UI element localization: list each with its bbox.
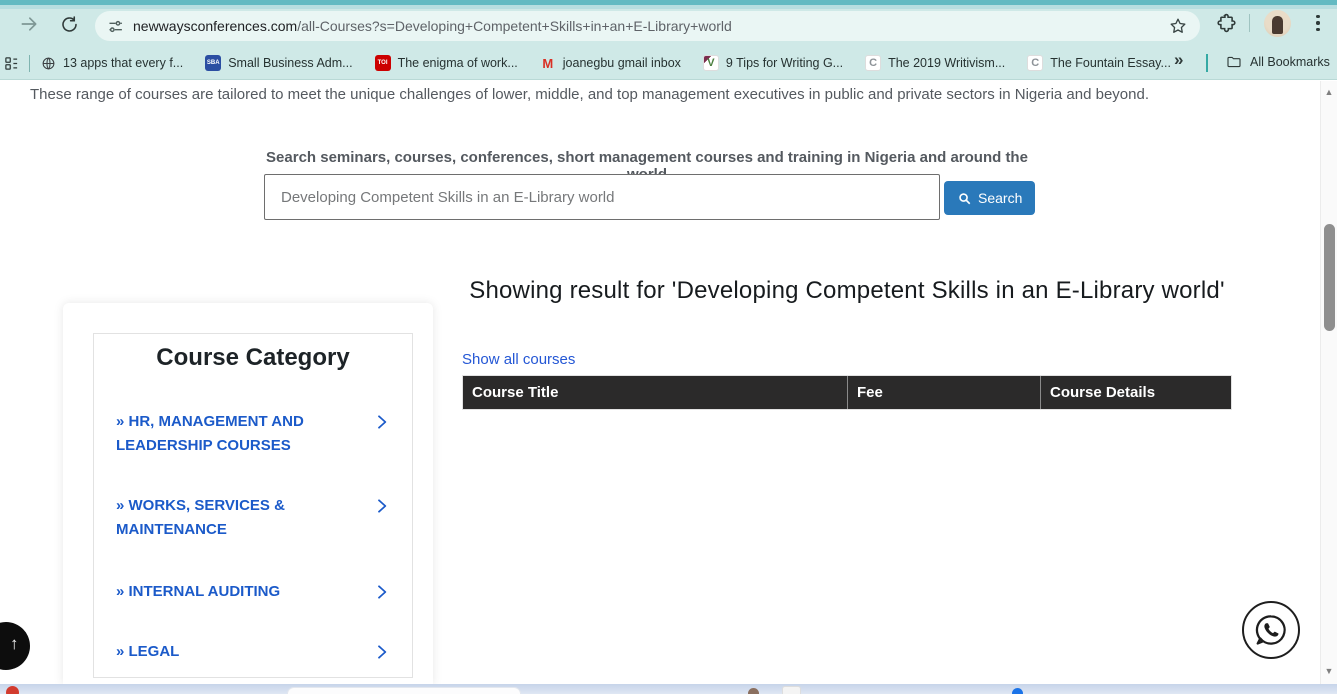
globe-icon: [40, 55, 56, 71]
category-label: HR, MANAGEMENT AND LEADERSHIP COURSES: [116, 413, 304, 454]
bookmarks-right-separator: [1206, 54, 1208, 72]
bookmark-item[interactable]: C The 2019 Writivism...: [865, 55, 1005, 71]
bookmark-label: 13 apps that every f...: [63, 56, 183, 70]
gmail-favicon: M: [540, 55, 556, 71]
results-heading: Showing result for 'Developing Competent…: [467, 271, 1227, 310]
column-header-course-details: Course Details: [1041, 376, 1231, 409]
double-angle-icon: [116, 643, 129, 660]
bookmark-label: The 2019 Writivism...: [888, 56, 1005, 70]
chevron-right-icon: [374, 497, 390, 515]
bookmark-item[interactable]: TOI The enigma of work...: [375, 55, 518, 71]
column-header-course-title: Course Title: [463, 376, 848, 409]
web-page: These range of courses are tailored to m…: [0, 81, 1320, 684]
url-domain: newwaysconferences.com: [133, 18, 297, 34]
c-favicon: C: [1027, 55, 1043, 71]
scrollbar-up-arrow[interactable]: ▲: [1321, 87, 1337, 97]
forward-button[interactable]: [18, 13, 40, 35]
taskbar-app-icon[interactable]: [6, 686, 19, 694]
search-input[interactable]: [264, 174, 940, 220]
course-table-header: Course Title Fee Course Details: [462, 375, 1232, 410]
writing-site-favicon: V: [703, 55, 719, 71]
url-path: /all-Courses?s=Developing+Competent+Skil…: [297, 18, 732, 34]
category-label: LEGAL: [129, 643, 180, 660]
avatar-figure: [1272, 16, 1283, 34]
toolbar-separator: [1249, 14, 1250, 32]
bookmark-label: Small Business Adm...: [228, 56, 352, 70]
taskbar-app-icon[interactable]: [782, 686, 801, 694]
chevron-right-icon: [374, 583, 390, 601]
whatsapp-button[interactable]: [1242, 601, 1300, 659]
bookmarks-separator: [29, 55, 30, 72]
c-favicon: C: [865, 55, 881, 71]
scrollbar-thumb[interactable]: [1324, 224, 1335, 331]
forward-arrow-icon: [19, 14, 39, 34]
double-angle-icon: [116, 497, 129, 514]
taskbar-search-box[interactable]: [287, 687, 521, 694]
reload-icon: [60, 15, 79, 34]
course-category-box: Course Category HR, MANAGEMENT AND LEADE…: [93, 333, 413, 678]
extensions-puzzle-icon: [1216, 12, 1237, 33]
up-arrow-icon: ↑: [10, 634, 19, 654]
chevron-right-icon: [374, 643, 390, 661]
bookmark-label: The enigma of work...: [398, 56, 518, 70]
bookmark-star-button[interactable]: [1168, 16, 1188, 36]
course-category-title: Course Category: [94, 344, 412, 372]
scrollbar-down-arrow[interactable]: ▼: [1321, 666, 1337, 676]
chevron-right-icon: [374, 413, 390, 431]
bookmark-item[interactable]: 13 apps that every f...: [40, 55, 183, 71]
windows-taskbar: [0, 684, 1337, 694]
category-label: INTERNAL AUDITING: [129, 583, 281, 600]
address-bar[interactable]: newwaysconferences.com/all-Courses?s=Dev…: [95, 11, 1200, 41]
browser-toolbar: newwaysconferences.com/all-Courses?s=Dev…: [0, 0, 1337, 80]
bookmark-item[interactable]: SBA Small Business Adm...: [205, 55, 352, 71]
bookmark-item[interactable]: C The Fountain Essay...: [1027, 55, 1171, 71]
apps-grid-icon[interactable]: [4, 56, 19, 71]
bookmark-label: joanegbu gmail inbox: [563, 56, 681, 70]
search-icon: [957, 191, 972, 206]
category-item-works-services[interactable]: WORKS, SERVICES & MAINTENANCE: [116, 494, 392, 542]
bookmark-item[interactable]: V 9 Tips for Writing G...: [703, 55, 843, 71]
course-category-card: Course Category HR, MANAGEMENT AND LEADE…: [63, 303, 433, 684]
screen: newwaysconferences.com/all-Courses?s=Dev…: [0, 0, 1337, 694]
column-header-fee: Fee: [848, 376, 1041, 409]
all-bookmarks-button[interactable]: All Bookmarks: [1226, 54, 1330, 70]
window-top-strip-light: [0, 5, 1337, 9]
reload-button[interactable]: [58, 13, 80, 35]
bookmark-label: The Fountain Essay...: [1050, 56, 1171, 70]
star-icon: [1168, 16, 1188, 36]
double-angle-icon: [116, 583, 129, 600]
extensions-button[interactable]: [1216, 12, 1237, 33]
bookmarks-bar: 13 apps that every f... SBA Small Busine…: [0, 46, 1337, 80]
bookmarks-overflow-chevron-icon[interactable]: [1174, 50, 1183, 70]
show-all-courses-link[interactable]: Show all courses: [462, 351, 575, 368]
page-scrollbar[interactable]: ▲ ▼: [1320, 81, 1337, 684]
scroll-to-top-button[interactable]: ↑: [0, 622, 30, 670]
category-label: WORKS, SERVICES & MAINTENANCE: [116, 497, 285, 538]
toi-favicon: TOI: [375, 55, 391, 71]
sba-favicon: SBA: [205, 55, 221, 71]
chrome-menu-button[interactable]: [1314, 12, 1322, 34]
category-item-legal[interactable]: LEGAL: [116, 640, 392, 664]
folder-icon: [1226, 54, 1242, 70]
category-item-hr-management[interactable]: HR, MANAGEMENT AND LEADERSHIP COURSES: [116, 410, 392, 458]
taskbar-app-icon[interactable]: [1012, 688, 1023, 694]
intro-paragraph: These range of courses are tailored to m…: [30, 86, 1149, 103]
url-text: newwaysconferences.com/all-Courses?s=Dev…: [133, 18, 732, 34]
search-button[interactable]: Search: [944, 181, 1035, 215]
profile-avatar[interactable]: [1264, 10, 1291, 37]
whatsapp-icon: [1251, 610, 1291, 650]
double-angle-icon: [116, 413, 129, 430]
taskbar-app-icon[interactable]: [748, 688, 759, 694]
site-settings-icon: [107, 18, 124, 35]
search-button-label: Search: [978, 190, 1022, 206]
all-bookmarks-label: All Bookmarks: [1250, 55, 1330, 69]
bookmark-item[interactable]: M joanegbu gmail inbox: [540, 55, 681, 71]
bookmark-label: 9 Tips for Writing G...: [726, 56, 843, 70]
category-item-internal-auditing[interactable]: INTERNAL AUDITING: [116, 580, 392, 604]
